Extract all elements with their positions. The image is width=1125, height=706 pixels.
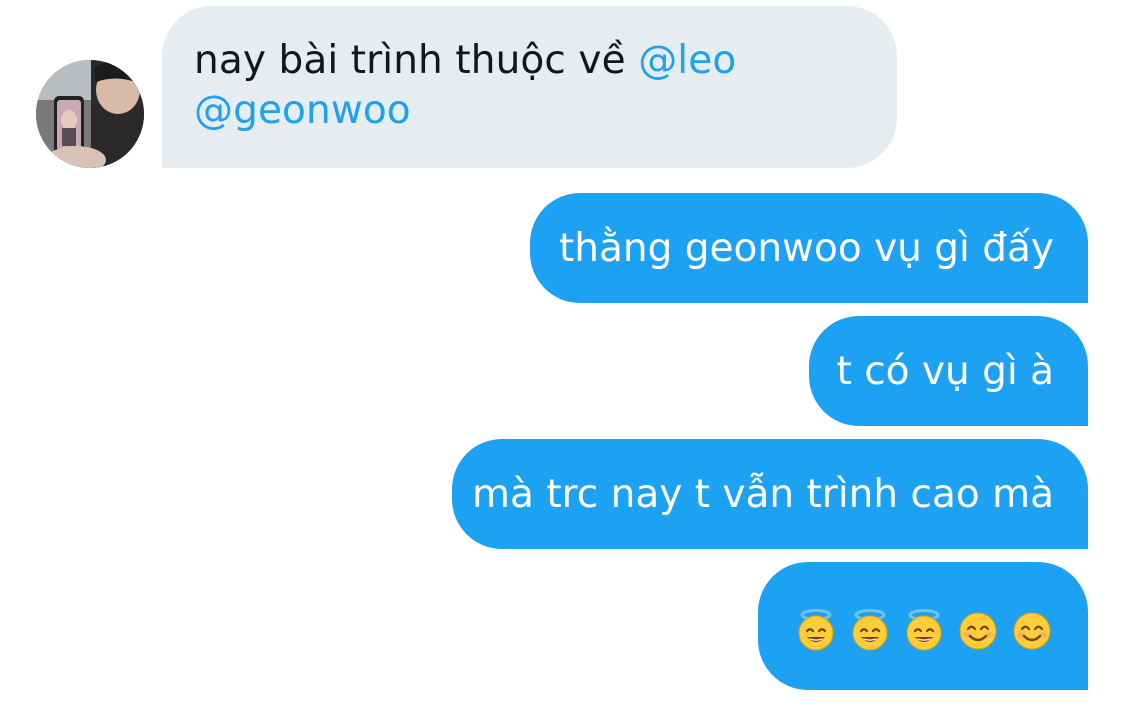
sent-message-text: thằng geonwoo vụ gì đấy	[558, 225, 1054, 271]
received-message-text: nay bài trình thuộc về	[194, 38, 639, 83]
sent-message-bubble[interactable]: t có vụ gì à	[809, 316, 1088, 426]
avatar-photo	[36, 60, 144, 168]
smiling-face-with-halo-icon	[906, 609, 942, 651]
smiling-face-with-smiling-eyes-icon	[959, 612, 997, 650]
sent-emoji-bubble[interactable]	[758, 562, 1088, 690]
sent-message-bubble[interactable]: mà trc nay t vẫn trình cao mà	[452, 439, 1088, 549]
sent-message-bubble[interactable]: thằng geonwoo vụ gì đấy	[530, 193, 1088, 303]
emoji-row	[794, 600, 1054, 652]
dm-conversation: nay bài trình thuộc về @leo @geonwoo thằ…	[0, 0, 1125, 706]
sender-avatar[interactable]	[36, 60, 144, 168]
mention-geonwoo[interactable]: @geonwoo	[194, 88, 411, 133]
sent-message-text: t có vụ gì à	[836, 348, 1054, 394]
received-message-bubble[interactable]: nay bài trình thuộc về @leo @geonwoo	[162, 6, 897, 168]
sent-message-text: mà trc nay t vẫn trình cao mà	[472, 471, 1054, 517]
smiling-face-with-smiling-eyes-icon	[1013, 612, 1051, 650]
smiling-face-with-halo-icon	[798, 609, 834, 651]
mention-leo[interactable]: @leo	[638, 38, 736, 83]
smiling-face-with-halo-icon	[852, 609, 888, 651]
